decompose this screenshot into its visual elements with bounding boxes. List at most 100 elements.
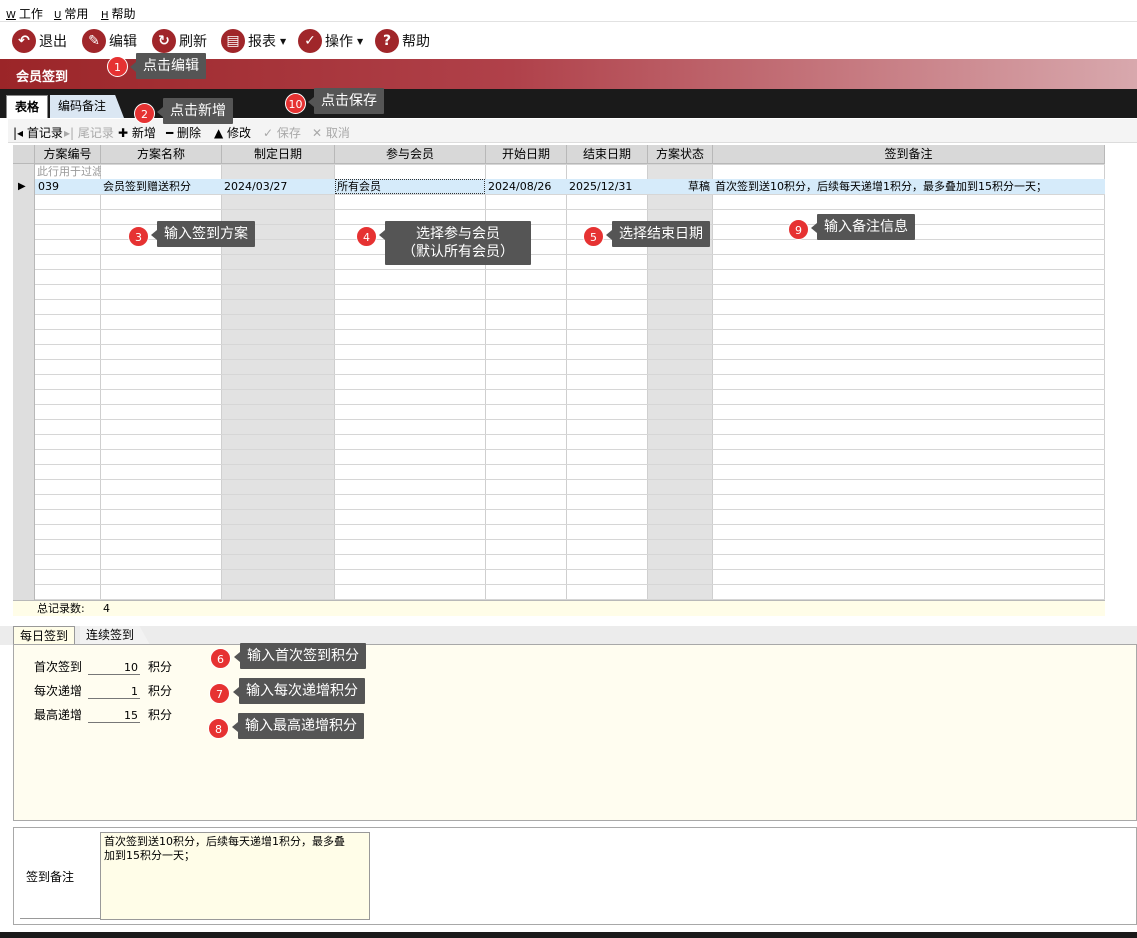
help-label: 帮助 xyxy=(402,34,430,50)
cell-members[interactable]: 所有会员 xyxy=(335,179,485,194)
cell-created[interactable]: 2024/03/27 xyxy=(224,179,334,194)
tab-continuous-checkin[interactable]: 连续签到 xyxy=(80,626,151,645)
save-button[interactable]: ✓ 保存 xyxy=(263,124,301,141)
edit-button[interactable]: ✎ 编辑 xyxy=(82,28,137,54)
callout-badge-7: 7 xyxy=(209,683,230,704)
max-increment-input[interactable]: 15 xyxy=(88,709,140,723)
close-icon: ✕ xyxy=(312,126,326,140)
menu-work[interactable]: W 工作 xyxy=(6,5,43,22)
callout-tip-5: 选择结束日期 xyxy=(606,221,710,247)
callout-badge-5: 5 xyxy=(583,226,604,247)
header-end[interactable]: 结束日期 xyxy=(567,145,648,164)
header-status[interactable]: 方案状态 xyxy=(648,145,713,164)
menu-common-label: 常用 xyxy=(64,7,89,21)
callout-badge-8: 8 xyxy=(208,718,229,739)
menu-help[interactable]: H 帮助 xyxy=(101,5,136,22)
callout-tip-4: 选择参与会员 （默认所有会员） xyxy=(379,221,531,265)
col-name xyxy=(101,145,222,616)
refresh-button[interactable]: ↻ 刷新 xyxy=(152,28,207,54)
callout-tip-10: 点击保存 xyxy=(308,88,384,114)
add-button[interactable]: ✚ 新增 xyxy=(118,124,156,141)
grid-row-line xyxy=(13,209,1105,210)
chevron-down-icon: ▼ xyxy=(280,36,287,46)
last-record-button[interactable]: ▸| 尾记录 xyxy=(64,124,114,141)
grid-row-line xyxy=(13,584,1105,585)
grid-row-line xyxy=(13,329,1105,330)
cell-start[interactable]: 2024/08/26 xyxy=(488,179,566,194)
menu-work-label: 工作 xyxy=(18,7,43,21)
increment-input[interactable]: 1 xyxy=(88,685,140,699)
delete-button[interactable]: ━ 删除 xyxy=(166,124,201,141)
minus-icon: ━ xyxy=(166,126,178,140)
memo-textarea[interactable]: 首次签到送10积分，后续每天递增1积分，最多叠 加到15积分一天； xyxy=(100,832,370,920)
header-members[interactable]: 参与会员 xyxy=(335,145,486,164)
data-grid[interactable]: ▶ 方案编号 方案名称 制定日期 参与会员 开始日期 结束日期 方案状态 签到备… xyxy=(13,145,1105,616)
header-note[interactable]: 签到备注 xyxy=(713,145,1105,164)
callout-tip-2: 点击新增 xyxy=(157,98,233,124)
cancel-label: 取消 xyxy=(325,126,350,140)
cell-status[interactable]: 草稿 xyxy=(650,179,710,194)
menu-help-key: H xyxy=(101,10,109,21)
tab-code-note[interactable]: 编码备注 xyxy=(50,95,125,118)
callout-badge-10: 10 xyxy=(285,93,306,114)
header-created[interactable]: 制定日期 xyxy=(222,145,335,164)
triangle-up-icon: ▲ xyxy=(214,126,228,140)
header-name[interactable]: 方案名称 xyxy=(101,145,222,164)
grid-row-line xyxy=(13,494,1105,495)
grid-row-line xyxy=(13,374,1105,375)
tab-grid[interactable]: 表格 xyxy=(6,95,49,118)
edit-label: 编辑 xyxy=(109,34,137,50)
callout-badge-2: 2 xyxy=(134,103,155,124)
grid-row-line xyxy=(13,524,1105,525)
callout-tip-1: 点击编辑 xyxy=(130,53,206,79)
question-icon: ? xyxy=(375,29,399,53)
delete-label: 删除 xyxy=(177,126,202,140)
cell-end[interactable]: 2025/12/31 xyxy=(569,179,647,194)
lower-tab-strip: 每日签到 连续签到 xyxy=(0,626,1137,645)
first-record-label: 首记录 xyxy=(26,126,63,140)
page-title: 会员签到 xyxy=(16,70,69,85)
daily-checkin-panel: 首次签到 10 积分 每次递增 1 积分 最高递增 15 积分 xyxy=(13,644,1137,821)
exit-button[interactable]: ↶ 退出 xyxy=(12,28,67,54)
cell-note[interactable]: 首次签到送10积分，后续每天递增1积分，最多叠加到15积分一天； xyxy=(715,179,1103,194)
grid-row-line xyxy=(13,284,1105,285)
menu-help-label: 帮助 xyxy=(111,7,136,21)
filter-row-hint[interactable]: 此行用于过滤 xyxy=(37,164,101,179)
col-code xyxy=(35,145,101,616)
cancel-button[interactable]: ✕ 取消 xyxy=(312,124,350,141)
grid-footer xyxy=(13,600,1105,616)
grid-row-line xyxy=(13,269,1105,270)
menu-common[interactable]: U 常用 xyxy=(54,5,88,22)
operate-button[interactable]: ✓ 操作 ▼ xyxy=(298,28,363,54)
header-code[interactable]: 方案编号 xyxy=(35,145,101,164)
save-label: 保存 xyxy=(276,126,301,140)
cell-code[interactable]: 039 xyxy=(38,179,100,194)
last-record-label: 尾记录 xyxy=(77,126,114,140)
col-status xyxy=(648,145,713,616)
grid-row-line xyxy=(13,359,1105,360)
exit-icon: ↶ xyxy=(12,29,36,53)
cell-name[interactable]: 会员签到赠送积分 xyxy=(103,179,221,194)
first-checkin-row: 首次签到 10 积分 xyxy=(34,658,172,675)
report-button[interactable]: ▤ 报表 ▼ xyxy=(221,28,286,54)
max-increment-row: 最高递增 15 积分 xyxy=(34,706,172,723)
exit-label: 退出 xyxy=(39,34,67,50)
callout-tip-7: 输入每次递增积分 xyxy=(233,678,365,704)
first-checkin-unit: 积分 xyxy=(148,660,173,674)
grid-row-line xyxy=(13,464,1105,465)
modify-label: 修改 xyxy=(227,126,252,140)
menu-bar: W 工作 U 常用 H 帮助 xyxy=(0,0,1137,22)
first-checkin-input[interactable]: 10 xyxy=(88,661,140,675)
modify-button[interactable]: ▲ 修改 xyxy=(214,124,251,141)
grid-row-line xyxy=(13,539,1105,540)
first-record-button[interactable]: |◂ 首记录 xyxy=(13,124,63,141)
header-start[interactable]: 开始日期 xyxy=(486,145,567,164)
checkmark-icon: ✓ xyxy=(263,126,277,140)
chevron-down-icon: ▼ xyxy=(357,36,364,46)
check-icon: ✓ xyxy=(298,29,322,53)
help-button[interactable]: ? 帮助 xyxy=(375,28,430,54)
tab-daily-checkin[interactable]: 每日签到 xyxy=(13,626,76,645)
callout-badge-1: 1 xyxy=(107,56,128,77)
col-end xyxy=(567,145,648,616)
row-indicator-column xyxy=(13,164,35,616)
